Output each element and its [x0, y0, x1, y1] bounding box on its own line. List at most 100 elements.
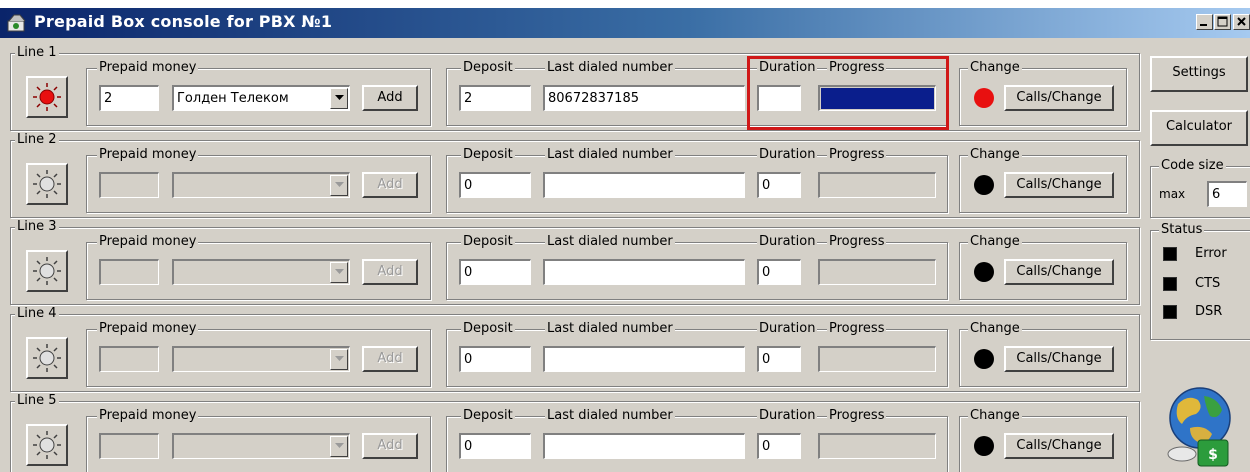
deposit-input[interactable]: 0 — [459, 259, 531, 285]
prepaid-money-input[interactable] — [99, 172, 159, 198]
dsr-label: DSR — [1195, 304, 1223, 319]
change-label: Change — [968, 234, 1022, 249]
line-title: Line 5 — [15, 393, 59, 408]
line-lamp-button[interactable] — [26, 76, 68, 118]
last-dialed-input[interactable] — [543, 172, 745, 198]
prepaid-money-input[interactable] — [99, 433, 159, 459]
prepaid-money-input[interactable] — [99, 346, 159, 372]
last-dialed-label: Last dialed number — [545, 321, 675, 336]
chevron-down-icon — [335, 95, 344, 100]
change-group: Change Calls/Change — [959, 322, 1127, 387]
prepaid-money-input[interactable]: 2 — [99, 85, 159, 111]
provider-dropdown-button[interactable] — [330, 175, 348, 196]
calls-change-button[interactable]: Calls/Change — [1004, 85, 1114, 111]
provider-select[interactable] — [172, 433, 350, 459]
call-info-group: Deposit Last dialed number Duration Prog… — [446, 322, 948, 387]
provider-select[interactable] — [172, 346, 350, 372]
add-button[interactable]: Add — [362, 85, 418, 111]
provider-select[interactable] — [172, 172, 350, 198]
line-row-2: Line 2 Prepaid money Add Deposit Last di… — [10, 133, 1140, 218]
deposit-label: Deposit — [461, 321, 515, 336]
change-group: Change Calls/Change — [959, 409, 1127, 472]
lamp-icon — [33, 170, 61, 198]
last-dialed-input[interactable]: 80672837185 — [543, 85, 745, 111]
prepaid-money-label: Prepaid money — [97, 408, 199, 423]
provider-dropdown-button[interactable] — [330, 88, 348, 109]
prepaid-money-label: Prepaid money — [97, 60, 199, 75]
change-group: Change Calls/Change — [959, 61, 1127, 126]
line-status-indicator — [974, 262, 994, 282]
duration-input[interactable]: 0 — [757, 259, 801, 285]
lamp-icon — [33, 344, 61, 372]
calls-change-button[interactable]: Calls/Change — [1004, 259, 1114, 285]
add-button[interactable]: Add — [362, 433, 418, 459]
calls-change-button[interactable]: Calls/Change — [1004, 346, 1114, 372]
code-size-group: Code size max 6 — [1150, 159, 1250, 218]
code-size-input[interactable]: 6 — [1207, 181, 1247, 207]
provider-dropdown-button[interactable] — [330, 262, 348, 283]
line-lamp-button[interactable] — [26, 337, 68, 379]
call-progress-bar — [818, 433, 936, 459]
last-dialed-input[interactable] — [543, 259, 745, 285]
last-dialed-input[interactable] — [543, 346, 745, 372]
error-label: Error — [1195, 246, 1227, 261]
status-group: Status Error CTS DSR — [1150, 223, 1250, 340]
call-progress-bar — [818, 259, 936, 285]
call-progress-bar — [818, 346, 936, 372]
deposit-label: Deposit — [461, 408, 515, 423]
minimize-button[interactable] — [1196, 14, 1213, 30]
change-label: Change — [968, 60, 1022, 75]
prepaid-money-label: Prepaid money — [97, 321, 199, 336]
line-lamp-button[interactable] — [26, 163, 68, 205]
line-status-indicator — [974, 436, 994, 456]
provider-dropdown-button[interactable] — [330, 436, 348, 457]
add-button[interactable]: Add — [362, 346, 418, 372]
deposit-label: Deposit — [461, 60, 515, 75]
change-group: Change Calls/Change — [959, 235, 1127, 300]
change-label: Change — [968, 321, 1022, 336]
call-progress-bar — [818, 172, 936, 198]
deposit-input[interactable]: 2 — [459, 85, 531, 111]
calculator-button[interactable]: Calculator — [1150, 110, 1248, 146]
prepaid-money-label: Prepaid money — [97, 147, 199, 162]
duration-progress-highlight — [747, 56, 949, 130]
deposit-input[interactable]: 0 — [459, 172, 531, 198]
maximize-button[interactable] — [1214, 14, 1231, 30]
calls-change-button[interactable]: Calls/Change — [1004, 172, 1114, 198]
deposit-label: Deposit — [461, 147, 515, 162]
provider-value: Голден Телеком — [177, 91, 289, 106]
line-row-1: Line 1 Prepaid money 2 Голден Телеком Ad… — [10, 46, 1140, 131]
close-button[interactable] — [1233, 14, 1250, 30]
line-status-indicator — [974, 349, 994, 369]
chevron-down-icon — [335, 443, 344, 448]
prepaid-money-group: Prepaid money Add — [86, 322, 431, 387]
deposit-label: Deposit — [461, 234, 515, 249]
provider-select[interactable] — [172, 259, 350, 285]
duration-input[interactable]: 0 — [757, 433, 801, 459]
prepaid-money-group: Prepaid money Add — [86, 235, 431, 300]
add-button[interactable]: Add — [362, 172, 418, 198]
line-lamp-button[interactable] — [26, 250, 68, 292]
duration-input[interactable]: 0 — [757, 346, 801, 372]
add-button[interactable]: Add — [362, 259, 418, 285]
last-dialed-label: Last dialed number — [545, 408, 675, 423]
title-bar[interactable]: Prepaid Box console for PBX №1 — [0, 8, 1250, 38]
calls-change-button[interactable]: Calls/Change — [1004, 433, 1114, 459]
maximize-icon — [1217, 16, 1228, 27]
settings-button[interactable]: Settings — [1150, 56, 1248, 92]
dsr-indicator — [1163, 305, 1177, 319]
provider-select[interactable]: Голден Телеком — [172, 85, 350, 111]
progress-label: Progress — [827, 147, 887, 162]
progress-label: Progress — [827, 408, 887, 423]
error-indicator — [1163, 247, 1177, 261]
line-lamp-button[interactable] — [26, 424, 68, 466]
prepaid-money-input[interactable] — [99, 259, 159, 285]
change-label: Change — [968, 147, 1022, 162]
last-dialed-input[interactable] — [543, 433, 745, 459]
deposit-input[interactable]: 0 — [459, 346, 531, 372]
provider-dropdown-button[interactable] — [330, 349, 348, 370]
window-title: Prepaid Box console for PBX №1 — [34, 12, 333, 31]
line-status-indicator — [974, 88, 994, 108]
deposit-input[interactable]: 0 — [459, 433, 531, 459]
duration-input[interactable]: 0 — [757, 172, 801, 198]
